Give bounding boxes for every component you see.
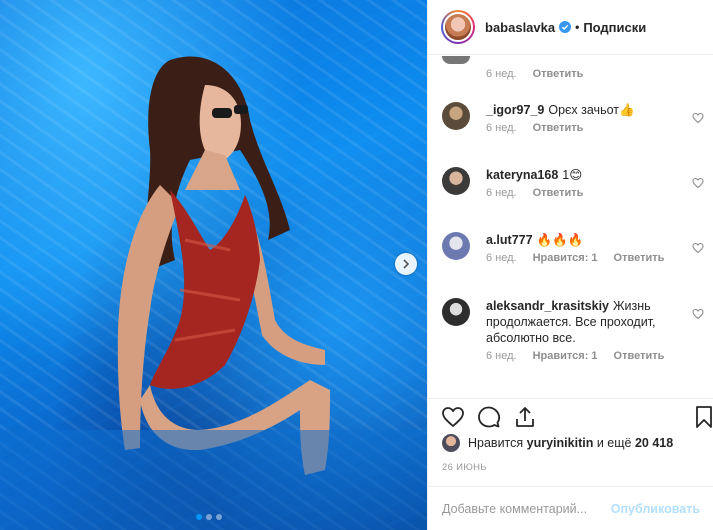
verified-badge-icon bbox=[559, 21, 572, 33]
comment-partial: 6 нед. Ответить bbox=[442, 56, 583, 80]
post-header: babaslavka • Подписки bbox=[428, 0, 713, 55]
heart-icon[interactable] bbox=[692, 308, 704, 320]
comment-likes[interactable]: Нравится: 1 bbox=[533, 252, 598, 264]
post-sidebar: babaslavka • Подписки 6 нед. Ответить _i… bbox=[427, 0, 713, 530]
comment-item: _igor97_9 Орєх зачьот👍 6 нед. Ответить bbox=[442, 102, 704, 134]
post-date: 26 ИЮНЬ bbox=[442, 462, 487, 473]
header-separator: • bbox=[575, 20, 580, 34]
likes-summary[interactable]: Нравится yuryinikitin и ещё 20 418 bbox=[442, 434, 673, 452]
carousel-indicator bbox=[196, 514, 222, 520]
commenter-username[interactable]: a.lut777 bbox=[486, 233, 533, 247]
comment-icon[interactable] bbox=[477, 405, 501, 429]
comment-time: 6 нед. bbox=[486, 350, 517, 362]
comments-list[interactable]: 6 нед. Ответить _igor97_9 Орєх зачьот👍 6 … bbox=[428, 56, 713, 396]
author-username[interactable]: babaslavka bbox=[485, 20, 555, 35]
liker-avatar bbox=[442, 434, 460, 452]
commenter-avatar[interactable] bbox=[442, 232, 470, 260]
comment-text: 1😊 bbox=[562, 168, 583, 182]
likes-count[interactable]: 20 418 bbox=[635, 436, 673, 450]
carousel-dot bbox=[216, 514, 222, 520]
reply-button[interactable]: Ответить bbox=[533, 68, 584, 80]
commenter-username[interactable]: kateryna168 bbox=[486, 168, 558, 182]
comment-text: Орєх зачьот👍 bbox=[548, 103, 635, 117]
comment-item: kateryna168 1😊 6 нед. Ответить bbox=[442, 167, 704, 199]
likes-prefix: Нравится bbox=[468, 436, 524, 450]
carousel-dot-active bbox=[196, 514, 202, 520]
author-avatar[interactable] bbox=[441, 10, 475, 44]
liked-by-username[interactable]: yuryinikitin bbox=[527, 436, 594, 450]
commenter-avatar[interactable] bbox=[442, 167, 470, 195]
reply-button[interactable]: Ответить bbox=[533, 187, 584, 199]
comment-item: aleksandr_krasitskiy Жизнь продолжается. … bbox=[442, 298, 704, 362]
comment-time: 6 нед. bbox=[486, 122, 517, 134]
bookmark-icon[interactable] bbox=[692, 405, 713, 429]
heart-icon[interactable] bbox=[692, 242, 704, 254]
commenter-username[interactable]: _igor97_9 bbox=[486, 103, 544, 117]
heart-icon[interactable] bbox=[692, 177, 704, 189]
woman-figure bbox=[0, 56, 427, 530]
reply-button[interactable]: Ответить bbox=[533, 122, 584, 134]
post-actions bbox=[428, 398, 713, 434]
comment-text: 🔥🔥🔥 bbox=[536, 233, 584, 247]
comment-time: 6 нед. bbox=[486, 187, 517, 199]
comment-item: a.lut777 🔥🔥🔥 6 нед. Нравится: 1 Ответить bbox=[442, 232, 704, 264]
share-icon[interactable] bbox=[513, 405, 537, 429]
add-comment-bar: Опубликовать bbox=[428, 486, 713, 530]
comment-time: 6 нед. bbox=[486, 252, 517, 264]
heart-icon[interactable] bbox=[441, 405, 465, 429]
commenter-avatar[interactable] bbox=[442, 298, 470, 326]
comment-likes[interactable]: Нравится: 1 bbox=[533, 350, 598, 362]
following-button[interactable]: Подписки bbox=[583, 20, 646, 35]
reply-button[interactable]: Ответить bbox=[614, 252, 665, 264]
carousel-next-button[interactable] bbox=[395, 253, 417, 275]
commenter-username[interactable]: aleksandr_krasitskiy bbox=[486, 299, 609, 313]
comment-time: 6 нед. bbox=[486, 68, 517, 80]
heart-icon[interactable] bbox=[692, 112, 704, 124]
commenter-avatar[interactable] bbox=[442, 102, 470, 130]
reply-button[interactable]: Ответить bbox=[614, 350, 665, 362]
commenter-avatar bbox=[442, 56, 470, 64]
carousel-dot bbox=[206, 514, 212, 520]
post-photo[interactable] bbox=[0, 0, 427, 530]
chevron-right-icon bbox=[403, 259, 410, 269]
publish-button[interactable]: Опубликовать bbox=[611, 502, 700, 516]
likes-suffix: и ещё bbox=[596, 436, 632, 450]
comment-input[interactable] bbox=[442, 501, 611, 516]
